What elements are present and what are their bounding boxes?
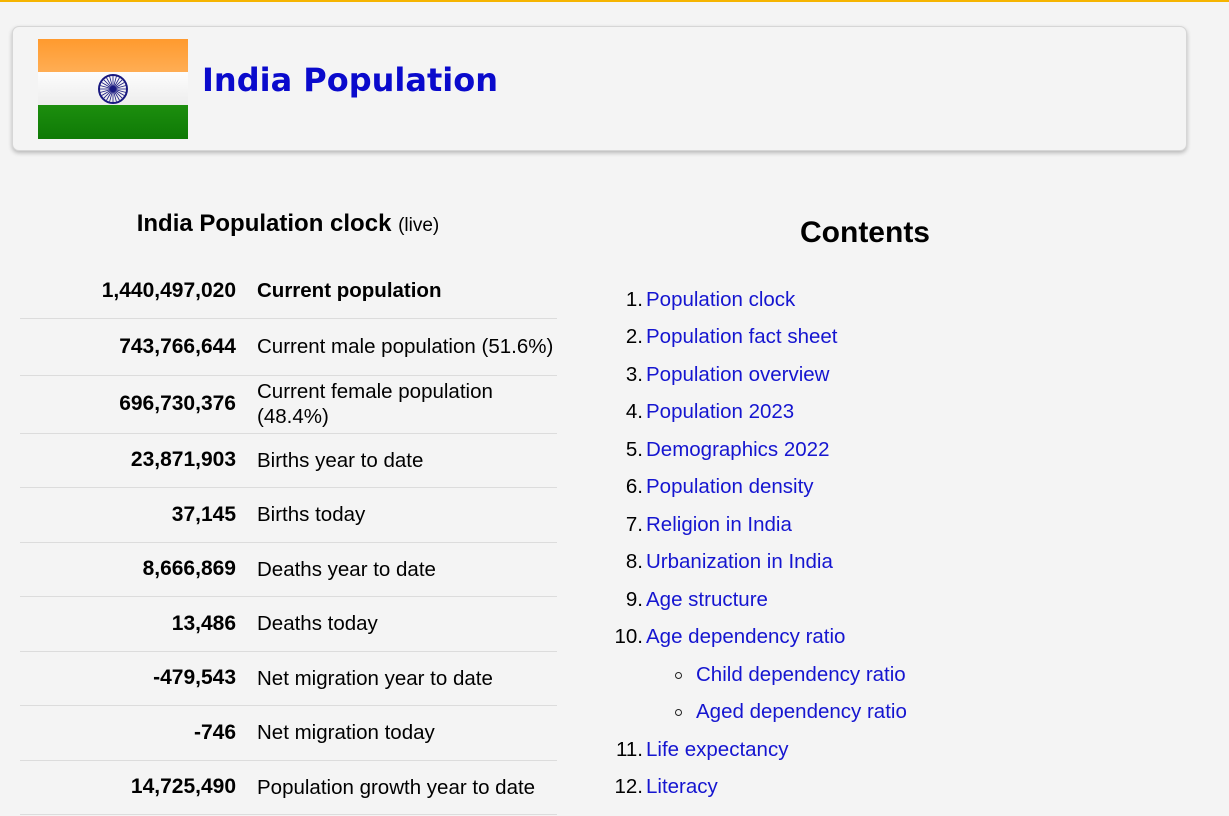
clock-label: Deaths year to date xyxy=(256,542,557,597)
contents-link[interactable]: Population clock xyxy=(646,288,795,311)
clock-value: 8,666,869 xyxy=(20,542,257,597)
clock-value: -746 xyxy=(20,705,257,761)
clock-value: 1,440,497,020 xyxy=(20,264,257,319)
clock-value: 23,871,903 xyxy=(20,433,257,488)
india-flag-icon xyxy=(38,39,188,139)
clock-label: Current male population (51.6%) xyxy=(256,318,557,376)
circle-bullet-icon xyxy=(675,672,682,679)
contents-item: 3. Population overview xyxy=(626,363,830,387)
contents-item: 2. Population fact sheet xyxy=(626,325,838,349)
clock-label: Births year to date xyxy=(256,433,557,488)
contents-item: 6. Population density xyxy=(626,475,814,499)
contents-item: 5. Demographics 2022 xyxy=(626,438,830,462)
contents-subitem: Child dependency ratio xyxy=(675,663,906,687)
clock-row: 8,666,869 Deaths year to date xyxy=(20,542,557,597)
contents-item-number: 3. xyxy=(625,363,643,386)
contents-link[interactable]: Population overview xyxy=(646,363,829,386)
top-accent-rule xyxy=(0,0,1229,2)
clock-row: 1,440,497,020 Current population xyxy=(20,264,557,319)
contents-link[interactable]: Religion in India xyxy=(646,513,792,536)
contents-link[interactable]: Life expectancy xyxy=(646,738,788,761)
contents-link[interactable]: Age dependency ratio xyxy=(646,625,845,648)
contents-item: 1. Population clock xyxy=(626,288,795,312)
contents-link[interactable]: Age structure xyxy=(646,588,768,611)
contents-item-number: 4. xyxy=(625,400,643,423)
clock-value: 696,730,376 xyxy=(20,375,257,434)
clock-row: 696,730,376 Current female population (48… xyxy=(20,375,557,434)
contents-link[interactable]: Demographics 2022 xyxy=(646,438,829,461)
clock-label: Population growth year to date xyxy=(256,760,557,815)
clock-value: 13,486 xyxy=(20,596,257,652)
clock-label: Deaths today xyxy=(256,596,557,652)
contents-link[interactable]: Aged dependency ratio xyxy=(696,700,907,723)
contents-link[interactable]: Child dependency ratio xyxy=(696,663,906,686)
clock-heading: India Population clock (live) xyxy=(20,210,556,238)
clock-value: 743,766,644 xyxy=(20,318,257,376)
contents-item-number: 2. xyxy=(625,325,643,348)
contents-link[interactable]: Population 2023 xyxy=(646,400,794,423)
contents-link[interactable]: Literacy xyxy=(646,775,718,798)
contents-link[interactable]: Urbanization in India xyxy=(646,550,833,573)
clock-label: Current population xyxy=(256,264,557,319)
contents-item-number: 1. xyxy=(625,288,643,311)
contents-item-number: 9. xyxy=(625,588,643,611)
clock-label: Current female population (48.4%) xyxy=(256,375,557,434)
clock-row: 13,486 Deaths today xyxy=(20,596,557,652)
contents-item-number: 7. xyxy=(625,513,643,536)
population-clock-table: 1,440,497,020 Current population 743,766,6… xyxy=(20,264,557,815)
clock-value: -479,543 xyxy=(20,651,257,706)
clock-value: 37,145 xyxy=(20,487,257,543)
contents-item-number: 12. xyxy=(614,775,644,798)
contents-link[interactable]: Population density xyxy=(646,475,814,498)
clock-row: 14,725,490 Population growth year to date xyxy=(20,760,557,815)
contents-item: 12. Literacy xyxy=(615,775,718,799)
contents-item: 9. Age structure xyxy=(626,588,768,612)
contents-item-number: 10. xyxy=(614,625,644,648)
contents-item: 4. Population 2023 xyxy=(626,400,794,424)
contents-subitem: Aged dependency ratio xyxy=(675,700,907,724)
header-card: India Population xyxy=(12,26,1187,151)
contents-item: 7. Religion in India xyxy=(626,513,792,537)
clock-row: 23,871,903 Births year to date xyxy=(20,433,557,488)
clock-row: 37,145 Births today xyxy=(20,487,557,543)
clock-label: Net migration year to date xyxy=(256,651,557,706)
clock-label: Births today xyxy=(256,487,557,543)
contents-title: Contents xyxy=(800,216,930,249)
circle-bullet-icon xyxy=(675,709,682,716)
contents-item: 10. Age dependency ratio xyxy=(615,625,846,649)
contents-item-number: 5. xyxy=(625,438,643,461)
contents-item-number: 11. xyxy=(616,738,643,761)
clock-row: 743,766,644 Current male population (51.6… xyxy=(20,318,557,376)
clock-live-suffix: (live) xyxy=(398,215,440,236)
clock-value: 14,725,490 xyxy=(20,760,257,815)
clock-heading-text: India Population clock xyxy=(136,210,392,237)
page-title[interactable]: India Population xyxy=(202,61,498,99)
contents-item: 11. Life expectancy xyxy=(616,738,788,762)
contents-item: 8. Urbanization in India xyxy=(626,550,833,574)
clock-label: Net migration today xyxy=(256,705,557,761)
clock-row: -479,543 Net migration year to date xyxy=(20,651,557,706)
contents-item-number: 8. xyxy=(625,550,643,573)
clock-row: -746 Net migration today xyxy=(20,705,557,761)
contents-item-number: 6. xyxy=(625,475,643,498)
contents-link[interactable]: Population fact sheet xyxy=(646,325,837,348)
